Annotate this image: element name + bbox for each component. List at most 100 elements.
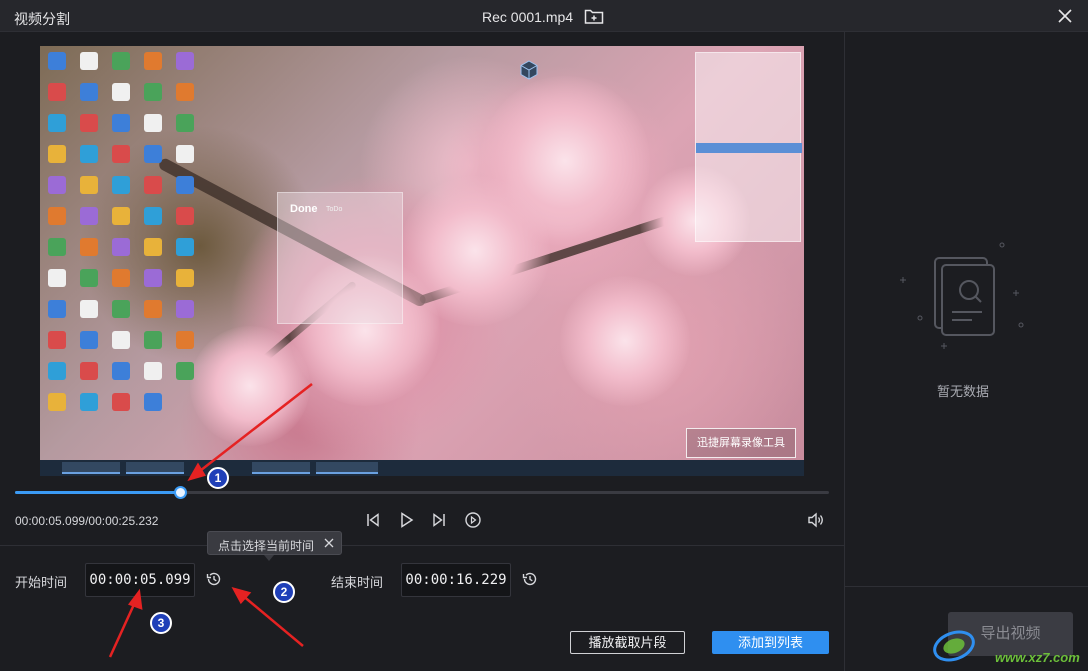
end-time-label: 结束时间 bbox=[331, 575, 384, 590]
desktop-app-icon bbox=[176, 114, 194, 132]
desktop-app-icon bbox=[80, 52, 98, 70]
desktop-app-icon bbox=[80, 83, 98, 101]
playback-speed-icon[interactable] bbox=[464, 511, 482, 529]
desktop-app-icon bbox=[48, 207, 66, 225]
blossom bbox=[190, 326, 310, 446]
tooltip-close-icon[interactable] bbox=[322, 536, 336, 550]
desktop-app-icon bbox=[48, 300, 66, 318]
desktop-app-icon bbox=[144, 52, 162, 70]
desktop-app-icon bbox=[80, 393, 98, 411]
desktop-app-icon bbox=[48, 393, 66, 411]
clock-rewind-icon[interactable] bbox=[205, 570, 223, 588]
desktop-app-icon bbox=[80, 362, 98, 380]
empty-state-text: 暂无数据 bbox=[937, 384, 990, 399]
done-subtitle: ToDo bbox=[326, 206, 343, 213]
end-time-field[interactable]: 00:00:16.229 bbox=[401, 563, 511, 597]
desktop-app-icon bbox=[144, 331, 162, 349]
timeline-track[interactable] bbox=[15, 491, 829, 494]
controls-divider bbox=[0, 545, 844, 546]
skip-previous-icon[interactable] bbox=[364, 511, 382, 529]
desktop-app-icon bbox=[176, 269, 194, 287]
desktop-app-icon bbox=[112, 362, 130, 380]
start-time-field[interactable]: 00:00:05.099 bbox=[85, 563, 195, 597]
desktop-icons bbox=[40, 46, 205, 436]
arrow-to-start-field bbox=[108, 599, 138, 658]
desktop-app-icon bbox=[176, 83, 194, 101]
desktop-app-icon bbox=[176, 331, 194, 349]
step-badge: 3 bbox=[150, 612, 172, 634]
done-title: Done bbox=[290, 203, 318, 215]
desktop-app-icon bbox=[144, 362, 162, 380]
close-icon[interactable] bbox=[1055, 6, 1075, 26]
desktop-app-icon bbox=[144, 238, 162, 256]
taskbar-item bbox=[62, 462, 120, 474]
timeline-knob[interactable] bbox=[174, 486, 187, 499]
desktop-app-icon bbox=[112, 52, 130, 70]
desktop-app-icon bbox=[144, 393, 162, 411]
desktop-taskbar bbox=[40, 460, 804, 476]
desktop-app-icon bbox=[144, 176, 162, 194]
site-watermark-text: www.xz7.com bbox=[995, 650, 1080, 665]
desktop-app-icon bbox=[112, 393, 130, 411]
time-readout: 00:00:05.099/00:00:25.232 bbox=[15, 514, 159, 528]
tooltip-text: 点击选择当前时间 bbox=[218, 539, 315, 553]
clock-rewind-icon[interactable] bbox=[521, 570, 539, 588]
desktop-app-icon bbox=[112, 176, 130, 194]
play-clip-button[interactable]: 播放截取片段 bbox=[570, 631, 685, 654]
recorder-watermark: 迅捷屏幕录像工具 bbox=[686, 428, 796, 458]
desktop-app-icon bbox=[176, 145, 194, 163]
desktop-app-icon bbox=[48, 269, 66, 287]
desktop-app-icon bbox=[48, 362, 66, 380]
desktop-app-icon bbox=[144, 207, 162, 225]
desktop-app-icon bbox=[48, 176, 66, 194]
desktop-app-icon bbox=[80, 269, 98, 287]
desktop-app-icon bbox=[48, 52, 66, 70]
desktop-window bbox=[695, 52, 802, 242]
desktop-app-icon bbox=[144, 145, 162, 163]
desktop-app-icon bbox=[112, 331, 130, 349]
start-time-label: 开始时间 bbox=[15, 575, 68, 590]
desktop-app-icon bbox=[48, 145, 66, 163]
taskbar-item bbox=[252, 462, 310, 474]
taskbar-item bbox=[126, 462, 184, 474]
desktop-app-icon bbox=[176, 238, 194, 256]
desktop-app-icon bbox=[112, 145, 130, 163]
desktop-app-icon bbox=[176, 207, 194, 225]
video-preview[interactable]: Done ToDo 迅捷屏幕录像工具 bbox=[40, 46, 804, 476]
desktop-app-icon bbox=[112, 269, 130, 287]
arrow-head bbox=[231, 587, 252, 605]
step-badge: 2 bbox=[273, 581, 295, 603]
desktop-app-icon bbox=[144, 114, 162, 132]
volume-icon[interactable] bbox=[806, 511, 824, 529]
export-divider bbox=[845, 586, 1088, 587]
title-bar: 视频分割 Rec 0001.mp4 bbox=[0, 0, 1088, 32]
desktop-app-icon bbox=[80, 114, 98, 132]
desktop-app-icon bbox=[176, 300, 194, 318]
empty-document-search-icon bbox=[895, 238, 1035, 353]
desktop-app-icon bbox=[48, 114, 66, 132]
add-to-list-button[interactable]: 添加到列表 bbox=[712, 631, 829, 654]
desktop-app-icon bbox=[144, 83, 162, 101]
desktop-app-icon bbox=[176, 176, 194, 194]
app-title: 视频分割 bbox=[14, 11, 70, 27]
desktop-app-icon bbox=[144, 269, 162, 287]
skip-next-icon[interactable] bbox=[430, 511, 448, 529]
desktop-app-icon bbox=[112, 83, 130, 101]
folder-plus-icon[interactable] bbox=[584, 7, 604, 25]
desktop-app-icon bbox=[80, 331, 98, 349]
tooltip-tail bbox=[264, 555, 274, 561]
desktop-app-icon bbox=[80, 207, 98, 225]
taskbar-item bbox=[316, 462, 378, 474]
desktop-app-icon bbox=[112, 300, 130, 318]
window-bar bbox=[696, 143, 802, 153]
desktop-app-icon bbox=[144, 300, 162, 318]
play-icon[interactable] bbox=[397, 511, 415, 529]
panel-divider bbox=[844, 32, 845, 671]
tooltip: 点击选择当前时间 bbox=[207, 531, 342, 561]
desktop-app-icon bbox=[48, 83, 66, 101]
desktop-app-icon bbox=[80, 145, 98, 163]
done-panel: Done ToDo bbox=[277, 192, 403, 324]
arrow-to-clock bbox=[241, 594, 304, 647]
desktop-app-icon bbox=[176, 52, 194, 70]
desktop-app-icon bbox=[48, 238, 66, 256]
